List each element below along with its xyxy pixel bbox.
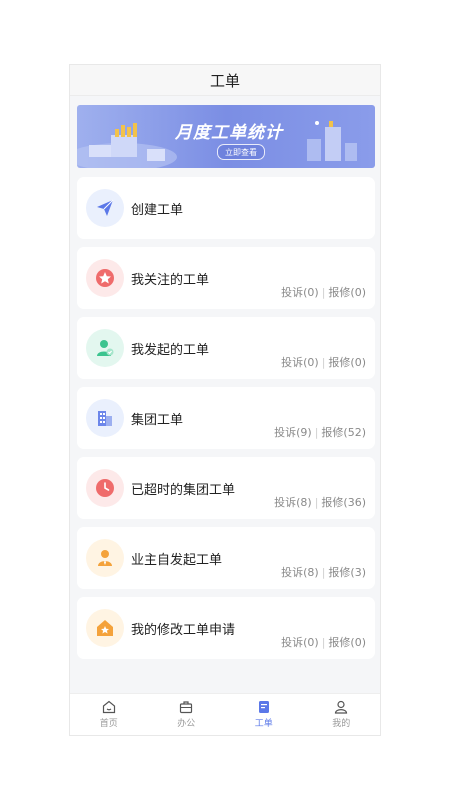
paper-plane-icon — [86, 189, 124, 227]
tab-label: 工单 — [254, 719, 273, 729]
view-now-button[interactable]: 立即查看 — [217, 144, 265, 160]
repair-count: 报修(36) — [321, 496, 366, 509]
item-label: 业主自发起工单 — [131, 553, 223, 568]
list-item-modification-requests[interactable]: 我的修改工单申请 投诉(0) | 报修(0) — [77, 597, 375, 659]
ticket-counts: 投诉(0) | 报修(0) — [281, 356, 366, 369]
ticket-counts: 投诉(0) | 报修(0) — [281, 636, 366, 649]
tab-label: 我的 — [332, 719, 351, 729]
item-label: 已超时的集团工单 — [131, 483, 236, 498]
list-item-owner-tickets[interactable]: 业主自发起工单 投诉(8) | 报修(3) — [77, 527, 375, 589]
list-item-initiated-tickets[interactable]: 我发起的工单 投诉(0) | 报修(0) — [77, 317, 375, 379]
banner-title: 月度工单统计 — [175, 123, 283, 143]
ticket-counts: 投诉(8) | 报修(36) — [274, 496, 366, 509]
ticket-counts: 投诉(0) | 报修(0) — [281, 286, 366, 299]
ticket-counts: 投诉(9) | 报修(52) — [274, 426, 366, 439]
repair-count: 报修(0) — [328, 636, 366, 649]
list-item-create-ticket[interactable]: 创建工单 — [77, 177, 375, 239]
complaint-count: 投诉(0) — [281, 356, 319, 369]
tab-mine[interactable]: 我的 — [303, 694, 381, 735]
buildings-icon — [86, 399, 124, 437]
tab-label: 办公 — [177, 719, 196, 729]
home-star-icon — [86, 609, 124, 647]
ticket-counts: 投诉(8) | 报修(3) — [281, 566, 366, 579]
item-label: 我发起的工单 — [131, 343, 210, 358]
list-item-followed-tickets[interactable]: 我关注的工单 投诉(0) | 报修(0) — [77, 247, 375, 309]
complaint-count: 投诉(0) — [281, 636, 319, 649]
item-label: 我关注的工单 — [131, 273, 210, 288]
nav-bar: 工单 — [70, 65, 380, 96]
page-title: 工单 — [209, 71, 240, 90]
bottom-tab-bar: 首页 办公 工单 我的 — [70, 693, 380, 735]
owner-icon — [86, 539, 124, 577]
item-label: 创建工单 — [131, 203, 184, 218]
complaint-count: 投诉(8) — [274, 496, 312, 509]
repair-count: 报修(0) — [328, 356, 366, 369]
repair-count: 报修(3) — [328, 566, 366, 579]
item-label: 我的修改工单申请 — [131, 623, 236, 638]
list-item-overdue-group-tickets[interactable]: 已超时的集团工单 投诉(8) | 报修(36) — [77, 457, 375, 519]
tab-office[interactable]: 办公 — [148, 694, 226, 735]
complaint-count: 投诉(8) — [281, 566, 319, 579]
user-check-icon — [86, 329, 124, 367]
home-icon — [102, 700, 115, 714]
document-icon — [258, 701, 269, 713]
star-icon — [86, 259, 124, 297]
briefcase-icon — [180, 701, 193, 714]
tab-home[interactable]: 首页 — [70, 694, 148, 735]
user-icon — [335, 700, 348, 714]
phone-screen: 工单 月度工单统计 立即查看 创建工单 我关注的工单 投诉(0) | 报修(0)… — [69, 64, 381, 736]
tab-tickets[interactable]: 工单 — [225, 694, 303, 735]
complaint-count: 投诉(0) — [281, 286, 319, 299]
repair-count: 报修(52) — [321, 426, 366, 439]
tab-label: 首页 — [99, 719, 118, 729]
monthly-stats-banner[interactable]: 月度工单统计 立即查看 — [77, 105, 375, 168]
list-item-group-tickets[interactable]: 集团工单 投诉(9) | 报修(52) — [77, 387, 375, 449]
complaint-count: 投诉(9) — [274, 426, 312, 439]
repair-count: 报修(0) — [328, 286, 366, 299]
item-label: 集团工单 — [131, 413, 184, 428]
clock-icon — [86, 469, 124, 507]
